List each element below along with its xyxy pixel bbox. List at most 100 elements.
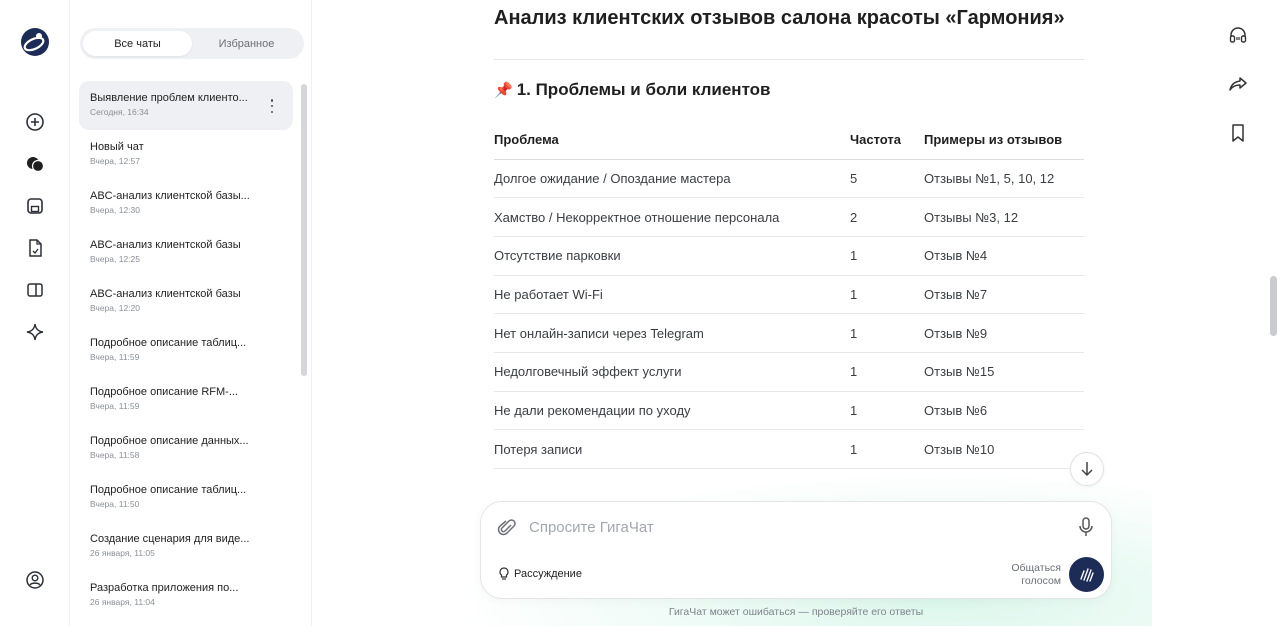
gigachat-logo-icon[interactable] bbox=[20, 27, 50, 57]
table-cell: Хамство / Некорректное отношение персона… bbox=[494, 197, 850, 237]
sidebar-scrollbar[interactable] bbox=[301, 84, 307, 376]
chat-time: Вчера, 11:50 bbox=[90, 499, 140, 509]
chat-item[interactable]: Подробное описание данных... Вчера, 11:5… bbox=[79, 424, 293, 473]
table-cell: Нет онлайн-записи через Telegram bbox=[494, 313, 850, 353]
share-icon[interactable] bbox=[1228, 74, 1248, 94]
table-cell: Отзыв №9 bbox=[924, 313, 1084, 353]
divider bbox=[494, 59, 1084, 60]
chat-item[interactable]: Разработка приложения по... 26 января, 1… bbox=[79, 571, 293, 620]
table-cell: Отзыв №4 bbox=[924, 236, 1084, 276]
table-row: Отсутствие парковки 1 Отзыв №4 bbox=[494, 236, 1084, 276]
chat-item[interactable]: ABC-анализ клиентской базы Вчера, 12:25 bbox=[79, 228, 293, 277]
main-content: Анализ клиентских отзывов салона красоты… bbox=[312, 0, 1212, 626]
table-header-row: Проблема Частота Примеры из отзывов bbox=[494, 121, 1084, 160]
table-row: Хамство / Некорректное отношение персона… bbox=[494, 197, 1084, 237]
scroll-down-button[interactable] bbox=[1070, 452, 1104, 486]
table-row: Не дали рекомендации по уходу 1 Отзыв №6 bbox=[494, 391, 1084, 431]
arrow-down-icon bbox=[1081, 462, 1093, 477]
pin-icon: 📌 bbox=[494, 82, 513, 99]
column-header: Примеры из отзывов bbox=[924, 121, 1084, 160]
reasoning-toggle[interactable]: Рассуждение bbox=[498, 567, 582, 581]
chat-title: Выявление проблем клиенто... bbox=[90, 92, 248, 104]
chat-time: Вчера, 11:58 bbox=[90, 450, 140, 460]
chat-time: Вчера, 12:20 bbox=[90, 303, 140, 313]
chats-icon[interactable] bbox=[23, 152, 47, 176]
chat-filter-tabs: Все чаты Избранное bbox=[80, 28, 304, 59]
table-cell: Не работает Wi-Fi bbox=[494, 275, 850, 315]
table-cell: Отзывы №3, 12 bbox=[924, 197, 1084, 237]
attach-icon[interactable] bbox=[497, 517, 517, 537]
message-composer: Рассуждение Общаться голосом bbox=[480, 501, 1112, 599]
table-cell: Отзыв №6 bbox=[924, 391, 1084, 431]
chat-time: 26 января, 11:04 bbox=[90, 597, 155, 607]
headphones-icon[interactable] bbox=[1228, 25, 1248, 45]
chat-item[interactable]: Подробное описание RFM-... Вчера, 11:59 bbox=[79, 375, 293, 424]
prompt-input[interactable] bbox=[529, 516, 1049, 538]
chat-title: Подробное описание данных... bbox=[90, 435, 249, 447]
chat-title: Разработка приложения по... bbox=[90, 582, 239, 594]
voice-mode-label: Общаться голосом bbox=[991, 562, 1061, 588]
table-cell: 1 bbox=[850, 429, 924, 469]
chat-time: Вчера, 11:59 bbox=[90, 401, 140, 411]
voice-mode-button[interactable] bbox=[1069, 557, 1104, 592]
bookmark-icon[interactable] bbox=[1228, 123, 1248, 143]
chat-title: Подробное описание таблиц... bbox=[90, 484, 247, 496]
sparkle-icon[interactable] bbox=[23, 320, 47, 344]
problems-table: Проблема Частота Примеры из отзывов Долг… bbox=[494, 121, 1084, 469]
chat-sidebar: Все чаты Избранное Выявление проблем кли… bbox=[70, 0, 312, 626]
table-cell: Потеря записи bbox=[494, 429, 850, 469]
chat-item[interactable]: Подробное описание таблиц... Вчера, 11:5… bbox=[79, 473, 293, 522]
chat-title: Подробное описание RFM-... bbox=[90, 386, 238, 398]
chat-time: Вчера, 12:57 bbox=[90, 156, 140, 166]
table-row: Потеря записи 1 Отзыв №10 bbox=[494, 429, 1084, 469]
table-cell: Долгое ожидание / Опоздание мастера bbox=[494, 159, 850, 199]
sound-wave-icon bbox=[1079, 567, 1094, 582]
disclaimer-text: ГигаЧат может ошибаться — проверяйте его… bbox=[668, 606, 924, 618]
table-cell: 1 bbox=[850, 313, 924, 353]
new-chat-icon[interactable] bbox=[23, 110, 47, 134]
table-cell: 5 bbox=[850, 159, 924, 199]
left-rail bbox=[0, 0, 70, 626]
reasoning-label: Рассуждение bbox=[514, 568, 582, 580]
chat-title: Подробное описание таблиц... bbox=[90, 337, 247, 349]
voice-label-line: Общаться bbox=[1011, 562, 1061, 574]
library-icon[interactable] bbox=[23, 278, 47, 302]
chat-item[interactable]: ABC-анализ клиентской базы Вчера, 12:20 bbox=[79, 277, 293, 326]
table-cell: Отзыв №7 bbox=[924, 275, 1084, 315]
table-cell: Не дали рекомендации по уходу bbox=[494, 391, 850, 431]
column-header: Проблема bbox=[494, 121, 850, 160]
chat-time: Сегодня, 16:34 bbox=[90, 107, 149, 117]
chat-item[interactable]: Подробное описание таблиц... Вчера, 11:5… bbox=[79, 326, 293, 375]
table-cell: 1 bbox=[850, 352, 924, 392]
chat-item[interactable]: Создание сценария для виде... 26 января,… bbox=[79, 522, 293, 571]
table-cell: 1 bbox=[850, 391, 924, 431]
profile-icon[interactable] bbox=[23, 568, 47, 592]
chat-title: ABC-анализ клиентской базы... bbox=[90, 190, 250, 202]
chat-item[interactable]: ABC-анализ клиентской базы... Вчера, 12:… bbox=[79, 179, 293, 228]
table-cell: 1 bbox=[850, 236, 924, 276]
microphone-icon[interactable] bbox=[1078, 517, 1094, 537]
tab-favorites[interactable]: Избранное bbox=[192, 31, 301, 56]
page-title: Анализ клиентских отзывов салона красоты… bbox=[494, 7, 1065, 29]
table-cell: 2 bbox=[850, 197, 924, 237]
chat-time: Вчера, 12:30 bbox=[90, 205, 140, 215]
saved-icon[interactable] bbox=[23, 194, 47, 218]
page-scrollbar[interactable] bbox=[1270, 276, 1277, 336]
table-cell: 1 bbox=[850, 275, 924, 315]
file-icon[interactable] bbox=[23, 236, 47, 260]
more-options-icon[interactable] bbox=[267, 99, 277, 113]
lightbulb-icon bbox=[499, 567, 509, 580]
chat-item[interactable]: Новый чат Вчера, 12:57 bbox=[79, 130, 293, 179]
table-row: Недолговечный эффект услуги 1 Отзыв №15 bbox=[494, 352, 1084, 392]
chat-time: Вчера, 12:25 bbox=[90, 254, 140, 264]
table-cell: Недолговечный эффект услуги bbox=[494, 352, 850, 392]
voice-label-line: голосом bbox=[1021, 575, 1061, 587]
tab-all-chats[interactable]: Все чаты bbox=[83, 31, 192, 56]
chat-title: Новый чат bbox=[90, 141, 144, 153]
chat-title: Создание сценария для виде... bbox=[90, 533, 250, 545]
table-cell: Отзывы №1, 5, 10, 12 bbox=[924, 159, 1084, 199]
table-cell: Отзыв №10 bbox=[924, 429, 1084, 469]
chat-title: ABC-анализ клиентской базы bbox=[90, 239, 241, 251]
chat-item[interactable]: Выявление проблем клиенто... Сегодня, 16… bbox=[79, 81, 293, 130]
table-row: Нет онлайн-записи через Telegram 1 Отзыв… bbox=[494, 313, 1084, 353]
